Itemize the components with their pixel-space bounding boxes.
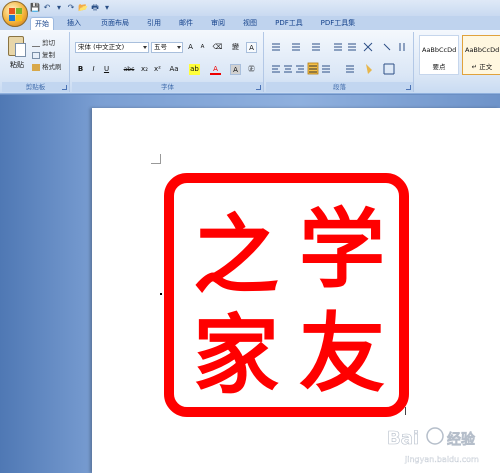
cut-button[interactable]: 剪切	[32, 37, 55, 47]
italic-button[interactable]: I	[88, 64, 99, 75]
tab-page-layout[interactable]: 页面布局	[98, 17, 132, 30]
paragraph-group: 段落	[266, 32, 414, 92]
font-family-select[interactable]: 宋体 (中文正文)	[75, 42, 149, 53]
superscript-button[interactable]: x²	[152, 64, 163, 75]
copy-icon	[32, 51, 40, 59]
open-icon[interactable]: 📂	[78, 3, 88, 13]
highlight-button[interactable]: ab	[189, 64, 200, 75]
style-normal[interactable]: AaBbCcDd ↵ 正文	[462, 35, 500, 75]
office-logo-icon	[9, 8, 22, 21]
subscript-button[interactable]: x₂	[139, 64, 150, 75]
font-color-button[interactable]: A	[210, 64, 221, 75]
tab-review[interactable]: 审阅	[208, 17, 228, 30]
format-painter-button[interactable]: 格式刷	[32, 61, 62, 71]
tab-insert[interactable]: 插入	[64, 17, 84, 30]
strikethrough-button[interactable]: abc	[122, 64, 136, 75]
seal-char-jia: 家	[193, 305, 279, 406]
office-button[interactable]	[2, 1, 28, 27]
grow-font-button[interactable]: A	[185, 42, 196, 53]
clear-format-button[interactable]: ⌫	[212, 42, 223, 53]
seal-char-you: 友	[299, 303, 385, 404]
tab-references[interactable]: 引用	[144, 17, 164, 30]
dropdown-icon[interactable]: ▾	[54, 3, 64, 13]
title-bar: 💾 ↶ ▾ ↷ 📂 🖶 ▾	[0, 0, 500, 16]
ribbon: 粘贴 剪切 复制 格式刷 剪贴板 宋体 (中文正文) 五号 A A ⌫ 變 A …	[0, 30, 500, 94]
char-border-button[interactable]: A	[246, 42, 257, 53]
paragraph-group-label: 段落	[266, 82, 413, 92]
undo-icon[interactable]: ↶	[42, 3, 52, 13]
underline-button[interactable]: U	[101, 64, 112, 75]
format-painter-label: 格式刷	[42, 63, 62, 71]
paragraph-buttons-icon[interactable]	[268, 40, 412, 80]
paw-icon	[426, 427, 444, 445]
seal-image[interactable]: 学 之 友 家	[164, 173, 409, 417]
font-size-value: 五号	[154, 43, 167, 51]
customize-qat-icon[interactable]: ▾	[102, 3, 112, 13]
style-sample: AaBbCcDd	[465, 46, 500, 54]
bold-button[interactable]: B	[75, 64, 86, 75]
margin-corner-mark	[151, 154, 161, 164]
copy-label: 复制	[42, 51, 55, 59]
clipboard-group-label: 剪贴板	[2, 82, 69, 92]
paragraph-anchor-icon	[405, 407, 410, 415]
tab-pdf-tools[interactable]: PDF工具	[272, 17, 306, 30]
style-emphasis[interactable]: AaBbCcDd 要点	[419, 35, 459, 75]
tab-mailings[interactable]: 邮件	[176, 17, 196, 30]
quick-access-toolbar: 💾 ↶ ▾ ↷ 📂 🖶 ▾	[30, 2, 112, 14]
style-sample: AaBbCcDd	[422, 46, 457, 54]
change-case-button[interactable]: Aa	[167, 64, 181, 75]
font-size-select[interactable]: 五号	[151, 42, 183, 53]
copy-button[interactable]: 复制	[32, 49, 55, 59]
paste-icon[interactable]	[8, 36, 26, 57]
seal-char-zhi: 之	[193, 205, 279, 306]
phonetic-guide-button[interactable]: 變	[230, 42, 241, 53]
chevron-down-icon	[177, 46, 181, 49]
font-group: 宋体 (中文正文) 五号 A A ⌫ 變 A B I U abc x₂ x² A…	[72, 32, 264, 92]
paste-button[interactable]: 粘贴	[10, 60, 24, 70]
enclose-chars-button[interactable]: ㊣	[246, 64, 257, 75]
shrink-font-button[interactable]: A	[197, 42, 208, 53]
brush-icon	[32, 63, 40, 71]
watermark-url: jingyan.baidu.com	[404, 455, 479, 464]
ribbon-tabs: 开始 插入 页面布局 引用 邮件 审阅 视图 PDF工具 PDF工具集	[0, 16, 500, 30]
tab-home[interactable]: 开始	[30, 17, 54, 30]
seal-char-xue: 学	[299, 199, 385, 300]
char-shading-button[interactable]: A	[230, 64, 241, 75]
watermark-logo: Bai 经验 jingyan.baidu.com	[387, 427, 479, 464]
cut-label: 剪切	[42, 39, 55, 47]
scissors-icon	[32, 40, 40, 47]
style-name: 要点	[432, 63, 446, 71]
save-icon[interactable]: 💾	[30, 3, 40, 13]
watermark-brand: Bai	[387, 428, 419, 449]
style-name: ↵ 正文	[471, 63, 493, 71]
print-icon[interactable]: 🖶	[90, 3, 100, 13]
redo-icon[interactable]: ↷	[66, 3, 76, 13]
text-cursor	[160, 293, 162, 295]
clipboard-group: 粘贴 剪切 复制 格式刷 剪贴板	[2, 32, 70, 92]
tab-pdf-toolset[interactable]: PDF工具集	[318, 17, 358, 30]
tab-view[interactable]: 视图	[240, 17, 260, 30]
font-launcher-icon[interactable]	[256, 85, 261, 90]
clipboard-launcher-icon[interactable]	[62, 85, 67, 90]
watermark-brand2: 经验	[447, 431, 476, 448]
font-group-label: 字体	[72, 82, 263, 92]
paragraph-launcher-icon[interactable]	[406, 85, 411, 90]
chevron-down-icon	[143, 46, 147, 49]
font-family-value: 宋体 (中文正文)	[78, 43, 125, 51]
